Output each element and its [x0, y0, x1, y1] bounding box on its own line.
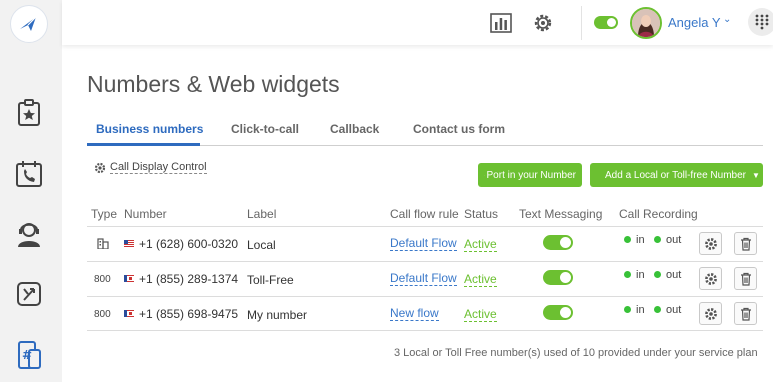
- gear-icon: [704, 272, 717, 285]
- chevron-down-icon[interactable]: ⌄: [723, 14, 731, 25]
- number-label: Toll-Free: [247, 273, 294, 287]
- flag-icon: [124, 275, 134, 283]
- trash-icon: [740, 272, 751, 286]
- row-delete-button[interactable]: [734, 302, 757, 325]
- port-number-button[interactable]: Port in your Number: [478, 163, 582, 187]
- calendar-phone-icon[interactable]: [14, 159, 44, 189]
- flag-icon: [124, 310, 134, 318]
- settings-gear-icon[interactable]: [531, 11, 555, 35]
- logo-icon: [20, 16, 37, 31]
- column-header-call-flow-rule[interactable]: Call flow rule: [390, 207, 459, 221]
- app-logo[interactable]: [10, 5, 48, 43]
- recording-out-toggle[interactable]: out: [654, 234, 681, 246]
- page-title: Numbers & Web widgets: [87, 71, 340, 97]
- status-badge[interactable]: Active: [464, 272, 497, 287]
- us-flag-icon: [124, 240, 134, 248]
- number-type: 800: [94, 274, 111, 285]
- trash-icon: [740, 307, 751, 321]
- row-settings-button[interactable]: [699, 267, 722, 290]
- tab-click-to-call[interactable]: Click-to-call: [231, 122, 299, 136]
- call-display-control-label: Call Display Control: [110, 161, 207, 174]
- column-header-type[interactable]: Type: [91, 207, 117, 221]
- phone-number: +1 (628) 600-0320: [124, 237, 238, 251]
- call-flow-link[interactable]: Default Flow: [390, 236, 457, 251]
- number-label: Local: [247, 238, 276, 252]
- recording-in-toggle[interactable]: in: [624, 234, 645, 246]
- recording-in-toggle[interactable]: in: [624, 304, 645, 316]
- dialpad-icon[interactable]: [748, 8, 773, 36]
- trash-icon: [740, 237, 751, 251]
- sidebar: #: [0, 0, 62, 382]
- number-label: My number: [247, 308, 308, 322]
- caret-down-icon: ▼: [752, 170, 760, 180]
- agent-headset-icon[interactable]: [14, 219, 44, 249]
- column-header-label[interactable]: Label: [247, 207, 276, 221]
- call-flow-link[interactable]: Default Flow: [390, 271, 457, 286]
- call-flow-icon[interactable]: [14, 279, 44, 309]
- gear-icon: [94, 162, 106, 173]
- column-header-call-recording: Call Recording: [619, 207, 698, 221]
- text-messaging-toggle[interactable]: [543, 305, 573, 320]
- tab-bar: Business numbers Click-to-call Callback …: [87, 118, 763, 146]
- row-delete-button[interactable]: [734, 232, 757, 255]
- gear-icon: [704, 307, 717, 320]
- svg-text:#: #: [22, 348, 32, 362]
- availability-toggle[interactable]: [594, 16, 618, 29]
- row-delete-button[interactable]: [734, 267, 757, 290]
- recording-in-toggle[interactable]: in: [624, 269, 645, 281]
- number-type: 800: [94, 309, 111, 320]
- table-row: +1 (628) 600-0320 Local Default Flow Act…: [87, 226, 763, 261]
- building-icon: [97, 238, 109, 252]
- avatar[interactable]: [630, 7, 662, 39]
- status-badge[interactable]: Active: [464, 307, 497, 322]
- top-bar: Angela Y ⌄: [62, 0, 773, 45]
- status-badge[interactable]: Active: [464, 237, 497, 252]
- active-tab-indicator: [87, 143, 200, 146]
- recording-out-toggle[interactable]: out: [654, 304, 681, 316]
- tab-business-numbers[interactable]: Business numbers: [96, 122, 203, 136]
- tab-callback[interactable]: Callback: [330, 122, 379, 136]
- column-header-status[interactable]: Status: [464, 207, 498, 221]
- tab-contact-us-form[interactable]: Contact us form: [413, 122, 505, 136]
- text-messaging-toggle[interactable]: [543, 270, 573, 285]
- table-row: 800 +1 (855) 289-1374 Toll-Free Default …: [87, 261, 763, 296]
- plan-usage-note: 3 Local or Toll Free number(s) used of 1…: [394, 347, 758, 359]
- call-flow-link[interactable]: New flow: [390, 306, 439, 321]
- call-display-control-link[interactable]: Call Display Control: [94, 161, 207, 174]
- reports-chart-icon[interactable]: [489, 11, 513, 35]
- add-number-button[interactable]: Add a Local or Toll-free Number ▼: [590, 163, 763, 187]
- row-settings-button[interactable]: [699, 232, 722, 255]
- text-messaging-toggle[interactable]: [543, 235, 573, 250]
- recording-out-toggle[interactable]: out: [654, 269, 681, 281]
- row-settings-button[interactable]: [699, 302, 722, 325]
- phone-number: +1 (855) 698-9475: [124, 307, 238, 321]
- add-number-label: Add a Local or Toll-free Number: [605, 169, 746, 181]
- port-number-label: Port in your Number: [486, 169, 576, 181]
- user-photo-icon: [632, 9, 660, 37]
- gear-icon: [704, 237, 717, 250]
- column-header-text-messaging: Text Messaging: [519, 207, 603, 221]
- user-name[interactable]: Angela Y: [668, 15, 721, 30]
- download-icon: [484, 174, 485, 176]
- phone-number: +1 (855) 289-1374: [124, 272, 238, 286]
- clipboard-star-icon[interactable]: [14, 98, 44, 128]
- table-row: 800 +1 (855) 698-9475 My number New flow…: [87, 296, 763, 331]
- topbar-divider: [581, 6, 582, 40]
- numbers-hash-icon[interactable]: #: [14, 340, 44, 370]
- column-header-number[interactable]: Number: [124, 207, 167, 221]
